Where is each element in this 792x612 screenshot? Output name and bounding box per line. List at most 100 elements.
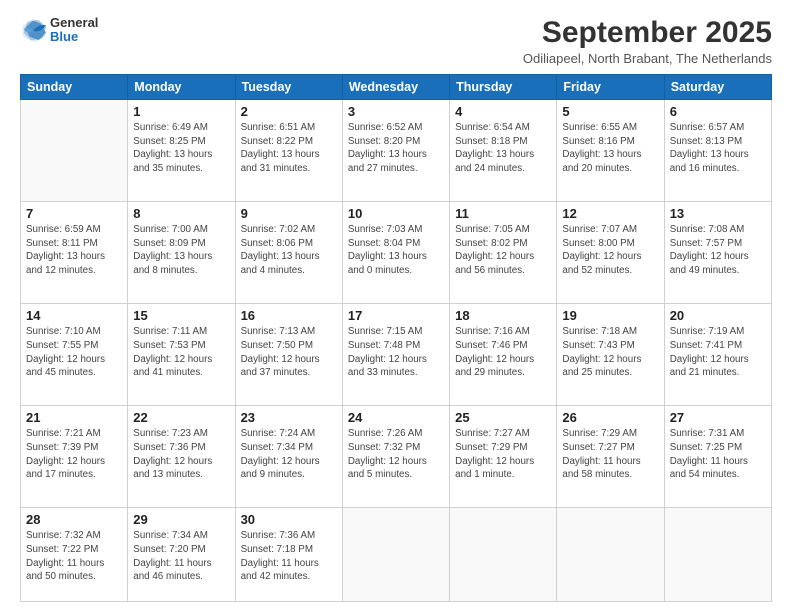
day-info: Sunrise: 7:02 AM Sunset: 8:06 PM Dayligh… (241, 223, 337, 278)
calendar-cell: 14 Sunrise: 7:10 AM Sunset: 7:55 PM Dayli… (21, 304, 128, 406)
calendar-cell: 6 Sunrise: 6:57 AM Sunset: 8:13 PM Daylig… (664, 100, 771, 202)
day-number: 15 (133, 308, 229, 323)
calendar-week-row: 1 Sunrise: 6:49 AM Sunset: 8:25 PM Daylig… (21, 100, 772, 202)
day-number: 1 (133, 104, 229, 119)
calendar-cell (664, 508, 771, 602)
day-info: Sunrise: 7:27 AM Sunset: 7:29 PM Dayligh… (455, 427, 551, 482)
calendar-cell: 5Sunrise: 6:55 AM Sunset: 8:16 PM Daylig… (557, 100, 664, 202)
day-number: 20 (670, 308, 766, 323)
day-info: Sunrise: 7:18 AM Sunset: 7:43 PM Dayligh… (562, 325, 658, 380)
weekday-header: Wednesday (342, 75, 449, 100)
day-info: Sunrise: 7:32 AM Sunset: 7:22 PM Dayligh… (26, 529, 122, 584)
day-number: 3 (348, 104, 444, 119)
weekday-header: Saturday (664, 75, 771, 100)
day-info: Sunrise: 7:21 AM Sunset: 7:39 PM Dayligh… (26, 427, 122, 482)
day-number: 18 (455, 308, 551, 323)
day-number: 2 (241, 104, 337, 119)
day-info: Sunrise: 7:19 AM Sunset: 7:41 PM Dayligh… (670, 325, 766, 380)
calendar-cell: 7 Sunrise: 6:59 AM Sunset: 8:11 PM Daylig… (21, 202, 128, 304)
day-number: 17 (348, 308, 444, 323)
day-number: 8 (133, 206, 229, 221)
calendar-cell: 8 Sunrise: 7:00 AM Sunset: 8:09 PM Daylig… (128, 202, 235, 304)
calendar-cell: 20 Sunrise: 7:19 AM Sunset: 7:41 PM Dayli… (664, 304, 771, 406)
calendar-cell (342, 508, 449, 602)
day-info: Sunrise: 7:11 AM Sunset: 7:53 PM Dayligh… (133, 325, 229, 380)
day-info: Sunrise: 7:08 AM Sunset: 7:57 PM Dayligh… (670, 223, 766, 278)
calendar-week-row: 28 Sunrise: 7:32 AM Sunset: 7:22 PM Dayli… (21, 508, 772, 602)
day-number: 12 (562, 206, 658, 221)
calendar-week-row: 21 Sunrise: 7:21 AM Sunset: 7:39 PM Dayli… (21, 406, 772, 508)
calendar-cell: 27 Sunrise: 7:31 AM Sunset: 7:25 PM Dayli… (664, 406, 771, 508)
day-info: Sunrise: 7:31 AM Sunset: 7:25 PM Dayligh… (670, 427, 766, 482)
day-number: 4 (455, 104, 551, 119)
day-info: Sunrise: 6:52 AM Sunset: 8:20 PM Dayligh… (348, 121, 444, 176)
day-number: 28 (26, 512, 122, 527)
weekday-header: Sunday (21, 75, 128, 100)
day-info: Sunrise: 7:07 AM Sunset: 8:00 PM Dayligh… (562, 223, 658, 278)
calendar-cell: 29Sunrise: 7:34 AM Sunset: 7:20 PM Dayli… (128, 508, 235, 602)
calendar-week-row: 7 Sunrise: 6:59 AM Sunset: 8:11 PM Daylig… (21, 202, 772, 304)
day-number: 19 (562, 308, 658, 323)
day-info: Sunrise: 7:00 AM Sunset: 8:09 PM Dayligh… (133, 223, 229, 278)
day-number: 22 (133, 410, 229, 425)
calendar-cell: 30 Sunrise: 7:36 AM Sunset: 7:18 PM Dayli… (235, 508, 342, 602)
calendar-cell: 9 Sunrise: 7:02 AM Sunset: 8:06 PM Daylig… (235, 202, 342, 304)
calendar-cell: 12 Sunrise: 7:07 AM Sunset: 8:00 PM Dayli… (557, 202, 664, 304)
header: General Blue September 2025 Odiliapeel, … (20, 16, 772, 66)
day-info: Sunrise: 7:26 AM Sunset: 7:32 PM Dayligh… (348, 427, 444, 482)
day-number: 25 (455, 410, 551, 425)
day-info: Sunrise: 7:29 AM Sunset: 7:27 PM Dayligh… (562, 427, 658, 482)
day-info: Sunrise: 6:59 AM Sunset: 8:11 PM Dayligh… (26, 223, 122, 278)
logo-icon (20, 16, 48, 44)
day-number: 30 (241, 512, 337, 527)
day-info: Sunrise: 7:13 AM Sunset: 7:50 PM Dayligh… (241, 325, 337, 380)
calendar-cell: 17 Sunrise: 7:15 AM Sunset: 7:48 PM Dayli… (342, 304, 449, 406)
calendar-cell: 22 Sunrise: 7:23 AM Sunset: 7:36 PM Dayli… (128, 406, 235, 508)
calendar-cell: 21 Sunrise: 7:21 AM Sunset: 7:39 PM Dayli… (21, 406, 128, 508)
day-info: Sunrise: 6:54 AM Sunset: 8:18 PM Dayligh… (455, 121, 551, 176)
calendar-cell: 19 Sunrise: 7:18 AM Sunset: 7:43 PM Dayli… (557, 304, 664, 406)
day-info: Sunrise: 7:03 AM Sunset: 8:04 PM Dayligh… (348, 223, 444, 278)
day-info: Sunrise: 7:36 AM Sunset: 7:18 PM Dayligh… (241, 529, 337, 584)
calendar-cell: 3 Sunrise: 6:52 AM Sunset: 8:20 PM Daylig… (342, 100, 449, 202)
day-number: 24 (348, 410, 444, 425)
day-number: 10 (348, 206, 444, 221)
logo-text: General Blue (50, 16, 98, 45)
calendar-cell: 11 Sunrise: 7:05 AM Sunset: 8:02 PM Dayli… (450, 202, 557, 304)
calendar-cell (450, 508, 557, 602)
logo: General Blue (20, 16, 98, 45)
day-number: 21 (26, 410, 122, 425)
day-info: Sunrise: 7:15 AM Sunset: 7:48 PM Dayligh… (348, 325, 444, 380)
title-block: September 2025 Odiliapeel, North Brabant… (523, 16, 772, 66)
day-info: Sunrise: 7:05 AM Sunset: 8:02 PM Dayligh… (455, 223, 551, 278)
day-info: Sunrise: 7:24 AM Sunset: 7:34 PM Dayligh… (241, 427, 337, 482)
weekday-header: Tuesday (235, 75, 342, 100)
day-info: Sunrise: 6:57 AM Sunset: 8:13 PM Dayligh… (670, 121, 766, 176)
day-number: 14 (26, 308, 122, 323)
day-info: Sunrise: 7:23 AM Sunset: 7:36 PM Dayligh… (133, 427, 229, 482)
day-info: Sunrise: 7:10 AM Sunset: 7:55 PM Dayligh… (26, 325, 122, 380)
calendar-cell (21, 100, 128, 202)
calendar-cell: 1 Sunrise: 6:49 AM Sunset: 8:25 PM Daylig… (128, 100, 235, 202)
day-number: 11 (455, 206, 551, 221)
day-number: 9 (241, 206, 337, 221)
logo-blue: Blue (50, 30, 98, 44)
calendar-page: General Blue September 2025 Odiliapeel, … (0, 0, 792, 612)
calendar-cell: 26Sunrise: 7:29 AM Sunset: 7:27 PM Dayli… (557, 406, 664, 508)
calendar-week-row: 14 Sunrise: 7:10 AM Sunset: 7:55 PM Dayli… (21, 304, 772, 406)
day-number: 27 (670, 410, 766, 425)
day-number: 23 (241, 410, 337, 425)
logo-general: General (50, 16, 98, 30)
calendar-cell: 18 Sunrise: 7:16 AM Sunset: 7:46 PM Dayli… (450, 304, 557, 406)
calendar-cell (557, 508, 664, 602)
day-info: Sunrise: 7:16 AM Sunset: 7:46 PM Dayligh… (455, 325, 551, 380)
weekday-header: Monday (128, 75, 235, 100)
day-number: 16 (241, 308, 337, 323)
month-title: September 2025 (523, 16, 772, 49)
day-number: 6 (670, 104, 766, 119)
day-number: 7 (26, 206, 122, 221)
calendar-table: SundayMondayTuesdayWednesdayThursdayFrid… (20, 74, 772, 602)
weekday-header: Friday (557, 75, 664, 100)
day-info: Sunrise: 6:49 AM Sunset: 8:25 PM Dayligh… (133, 121, 229, 176)
calendar-cell: 4 Sunrise: 6:54 AM Sunset: 8:18 PM Daylig… (450, 100, 557, 202)
